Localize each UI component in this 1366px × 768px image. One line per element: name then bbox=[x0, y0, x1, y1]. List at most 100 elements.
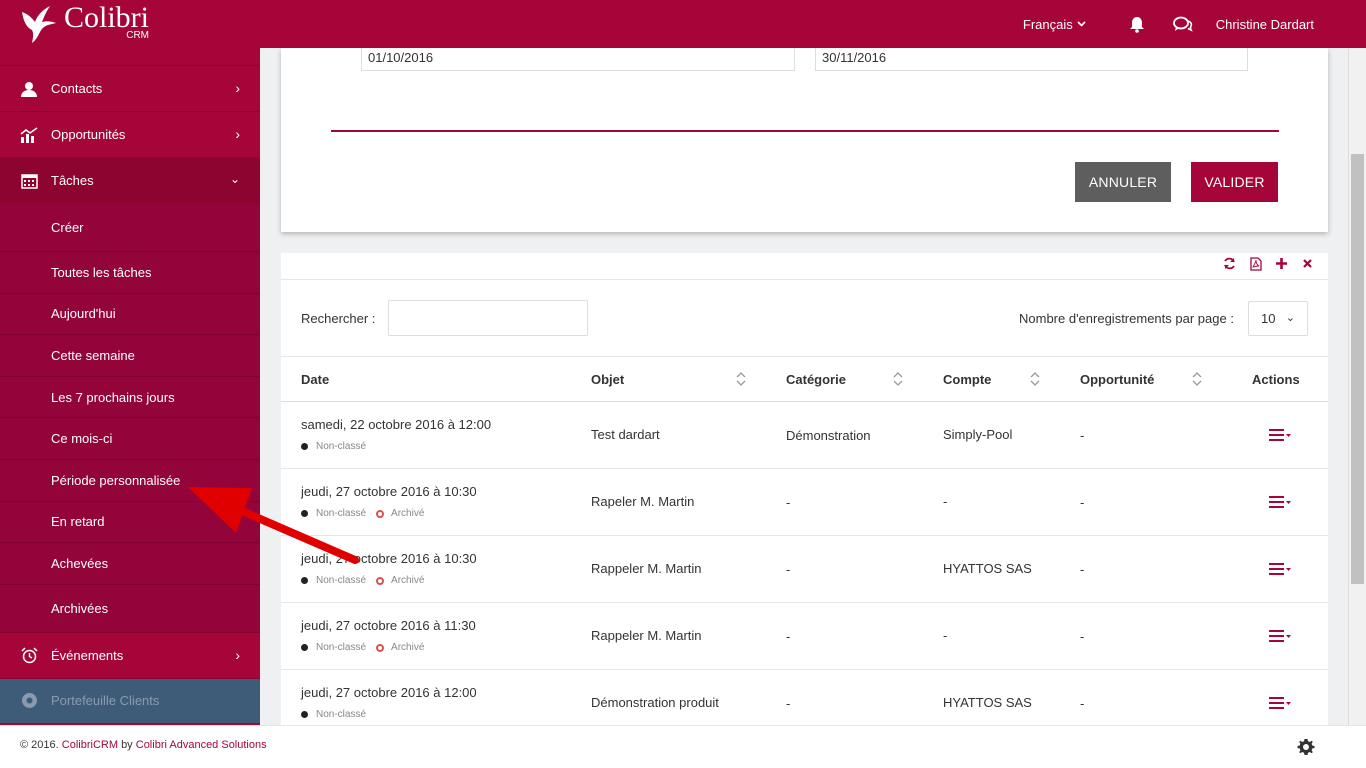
archived-ring-icon bbox=[376, 576, 385, 585]
task-date[interactable]: jeudi, 27 octobre 2016 à 10:30 bbox=[301, 551, 477, 566]
chat-icon bbox=[1172, 16, 1193, 32]
custom-period-filter: 01/10/2016 30/11/2016 ANNULER VALIDER bbox=[281, 48, 1328, 232]
cancel-button[interactable]: ANNULER bbox=[1075, 162, 1171, 202]
top-bar: Colibri CRM Français Christine Dardart bbox=[0, 0, 1366, 48]
table-toolbar bbox=[1223, 256, 1314, 271]
sidebar-cut-item[interactable] bbox=[0, 48, 260, 66]
page-scrollbar[interactable] bbox=[1348, 48, 1366, 725]
task-opportunity: - bbox=[1080, 428, 1085, 443]
task-object: Démonstration produit bbox=[591, 695, 719, 710]
bell-icon bbox=[1129, 16, 1144, 33]
actions-menu-icon[interactable] bbox=[1268, 696, 1292, 710]
submenu-item-next-7-days[interactable]: Les 7 prochains jours bbox=[0, 377, 260, 419]
refresh-button[interactable] bbox=[1223, 257, 1236, 270]
tag-label: Archivé bbox=[391, 642, 425, 653]
submenu-item-custom-period[interactable]: Période personnalisée bbox=[0, 460, 260, 502]
sidebar-item-label: Opportunités bbox=[51, 127, 126, 142]
table-row[interactable]: jeudi, 27 octobre 2016 à 12:00 Non-class… bbox=[281, 670, 1328, 725]
sidebar-item-opportunities[interactable]: Opportunités › bbox=[0, 112, 260, 158]
per-page-value: 10 bbox=[1261, 311, 1276, 326]
sidebar-item-label: Événements bbox=[51, 647, 124, 663]
toolbar-divider bbox=[281, 279, 1328, 280]
gear-icon[interactable] bbox=[1297, 738, 1315, 756]
column-header-opportunity[interactable]: Opportunité bbox=[1080, 372, 1154, 387]
submenu-item-all-tasks[interactable]: Toutes les tâches bbox=[0, 252, 260, 294]
add-task-button[interactable] bbox=[1275, 257, 1288, 270]
export-pdf-button[interactable] bbox=[1249, 256, 1262, 271]
submenu-item-archived[interactable]: Archivées bbox=[0, 585, 260, 633]
sort-icon[interactable] bbox=[893, 371, 903, 387]
logo-name: Colibri bbox=[64, 1, 150, 34]
sidebar-item-portfolio[interactable]: Portefeuille Clients bbox=[0, 678, 260, 723]
task-account: HYATTOS SAS bbox=[943, 561, 1032, 576]
tag-label: Archivé bbox=[391, 575, 425, 586]
task-category: Démonstration bbox=[786, 428, 871, 443]
task-object: Rappeler M. Martin bbox=[591, 628, 702, 643]
scrollbar-thumb[interactable] bbox=[1351, 154, 1364, 584]
task-opportunity: - bbox=[1080, 495, 1085, 510]
start-date-field[interactable]: 01/10/2016 bbox=[361, 48, 795, 71]
submenu-item-completed[interactable]: Achevées bbox=[0, 543, 260, 585]
validate-button[interactable]: VALIDER bbox=[1191, 162, 1278, 202]
task-category: - bbox=[786, 629, 791, 644]
column-header-actions: Actions bbox=[1252, 372, 1300, 387]
tag-label: Non-classé bbox=[316, 575, 367, 586]
column-header-object[interactable]: Objet bbox=[591, 372, 624, 387]
task-opportunity: - bbox=[1080, 562, 1085, 577]
aperture-icon bbox=[20, 692, 38, 710]
task-date[interactable]: jeudi, 27 octobre 2016 à 12:00 bbox=[301, 685, 477, 700]
column-header-category[interactable]: Catégorie bbox=[786, 372, 846, 387]
task-account: HYATTOS SAS bbox=[943, 695, 1032, 710]
table-row[interactable]: jeudi, 27 octobre 2016 à 10:30 Non-class… bbox=[281, 469, 1328, 536]
status-dot bbox=[301, 577, 308, 584]
archived-ring-icon bbox=[376, 643, 385, 652]
tasks-table-card: Rechercher : Nombre d'enregistrements pa… bbox=[281, 253, 1328, 725]
submenu-item-create[interactable]: Créer bbox=[0, 204, 260, 252]
table-row[interactable]: jeudi, 27 octobre 2016 à 11:30 Non-class… bbox=[281, 603, 1328, 670]
tag-label: Non-classé bbox=[316, 709, 367, 720]
tag-label: Non-classé bbox=[316, 642, 367, 653]
submenu-item-this-week[interactable]: Cette semaine bbox=[0, 335, 260, 377]
sidebar-item-events[interactable]: Événements › bbox=[0, 633, 260, 679]
column-header-date[interactable]: Date bbox=[301, 372, 329, 387]
sort-icon[interactable] bbox=[1192, 371, 1202, 387]
table-row[interactable]: samedi, 22 octobre 2016 à 12:00 Non-clas… bbox=[281, 402, 1328, 469]
column-header-account[interactable]: Compte bbox=[943, 372, 991, 387]
submenu-item-overdue[interactable]: En retard bbox=[0, 502, 260, 544]
clear-button[interactable] bbox=[1301, 257, 1314, 270]
messages-button[interactable] bbox=[1160, 16, 1206, 33]
status-dot bbox=[301, 644, 308, 651]
submenu-item-today[interactable]: Aujourd'hui bbox=[0, 294, 260, 336]
sort-icon[interactable] bbox=[1030, 371, 1040, 387]
end-date-field[interactable]: 30/11/2016 bbox=[815, 48, 1248, 71]
sidebar-item-tasks[interactable]: Tâches ⌄ bbox=[0, 158, 260, 204]
submenu-item-this-month[interactable]: Ce mois-ci bbox=[0, 418, 260, 460]
actions-menu-icon[interactable] bbox=[1268, 562, 1292, 576]
contacts-icon bbox=[20, 80, 38, 98]
actions-menu-icon[interactable] bbox=[1268, 629, 1292, 643]
product-link[interactable]: ColibriCRM bbox=[62, 739, 118, 751]
task-object: Rappeler M. Martin bbox=[591, 561, 702, 576]
task-date[interactable]: samedi, 22 octobre 2016 à 12:00 bbox=[301, 417, 491, 432]
task-date[interactable]: jeudi, 27 octobre 2016 à 11:30 bbox=[301, 618, 476, 633]
logo[interactable]: Colibri CRM bbox=[18, 2, 149, 44]
company-link[interactable]: Colibri Advanced Solutions bbox=[136, 739, 267, 751]
actions-menu-icon[interactable] bbox=[1268, 428, 1292, 442]
status-dot bbox=[301, 510, 308, 517]
sidebar-item-contacts[interactable]: Contacts › bbox=[0, 66, 260, 112]
sort-icon[interactable] bbox=[736, 371, 746, 387]
user-menu[interactable]: Christine Dardart bbox=[1216, 17, 1314, 32]
task-object: Test dardart bbox=[591, 427, 660, 442]
task-opportunity: - bbox=[1080, 629, 1085, 644]
table-row[interactable]: jeudi, 27 octobre 2016 à 10:30 Non-class… bbox=[281, 536, 1328, 603]
language-selector[interactable]: Français bbox=[1023, 17, 1086, 32]
notifications-button[interactable] bbox=[1114, 16, 1160, 33]
actions-menu-icon[interactable] bbox=[1268, 495, 1292, 509]
search-input[interactable] bbox=[388, 300, 588, 336]
refresh-icon bbox=[1224, 257, 1235, 270]
header-top-border bbox=[281, 356, 1328, 357]
per-page-select[interactable]: 10 ⌄ bbox=[1248, 301, 1308, 336]
task-date[interactable]: jeudi, 27 octobre 2016 à 10:30 bbox=[301, 484, 477, 499]
per-page-label: Nombre d'enregistrements par page : bbox=[1019, 311, 1234, 326]
sidebar-item-label: Portefeuille Clients bbox=[51, 693, 160, 709]
